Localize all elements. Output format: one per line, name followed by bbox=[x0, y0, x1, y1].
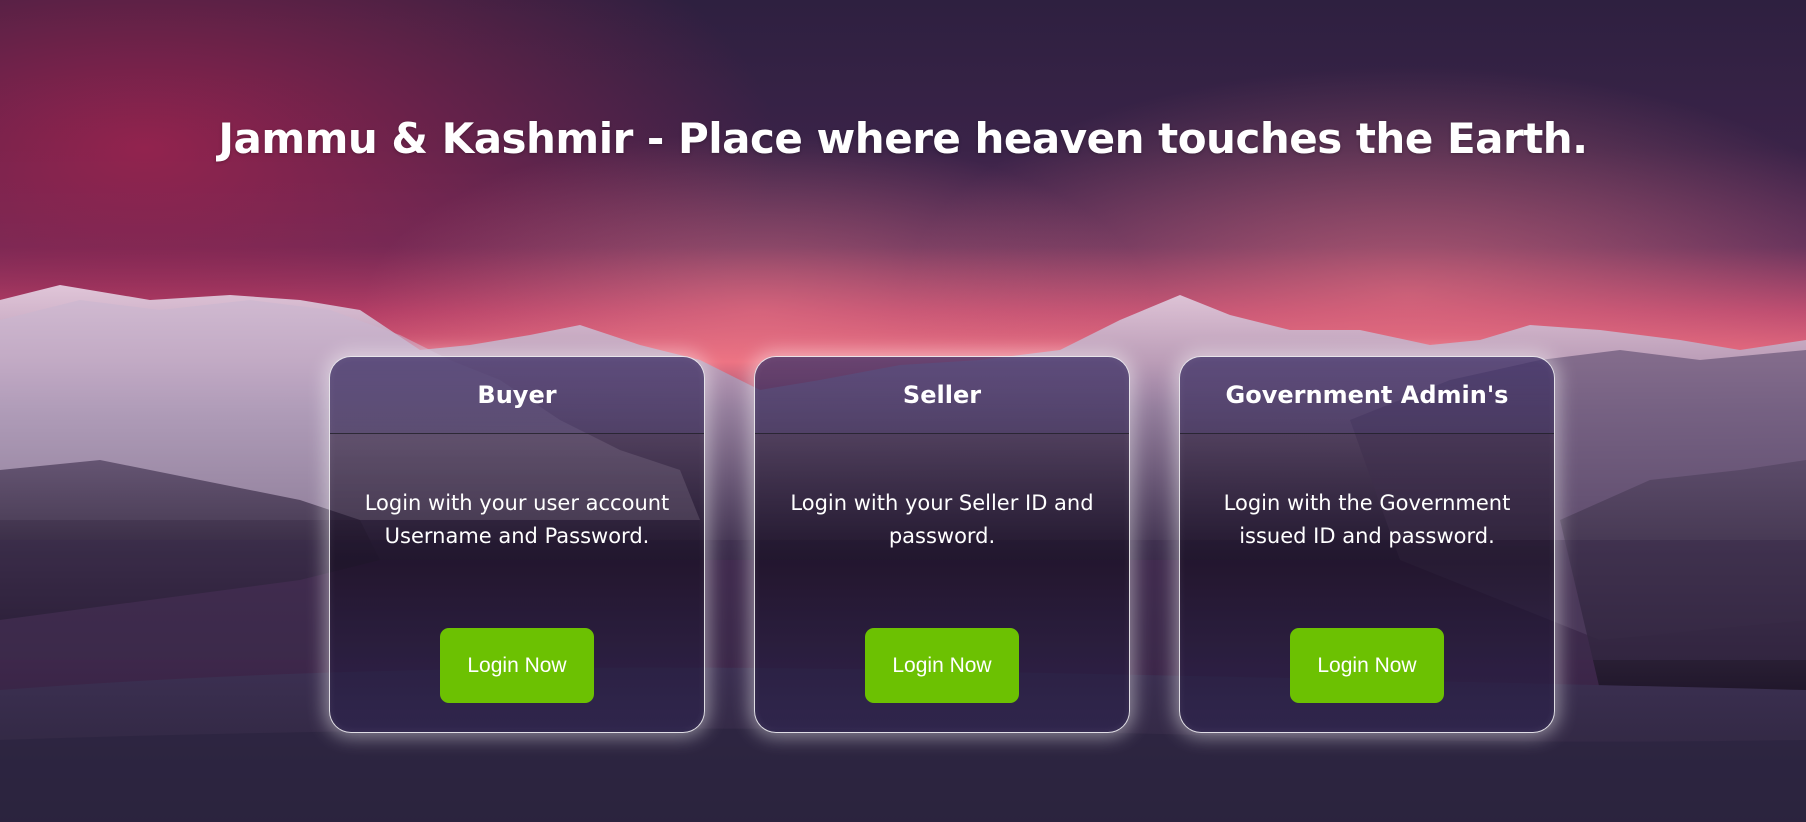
page-headline: Jammu & Kashmir - Place where heaven tou… bbox=[218, 114, 1588, 163]
seller-card: Seller Login with your Seller ID and pas… bbox=[754, 356, 1130, 733]
seller-login-button[interactable]: Login Now bbox=[865, 628, 1019, 703]
buyer-login-button[interactable]: Login Now bbox=[440, 628, 594, 703]
card-header: Seller bbox=[755, 357, 1129, 434]
card-header: Government Admin's bbox=[1180, 357, 1554, 434]
card-description: Login with the Government issued ID and … bbox=[1223, 491, 1511, 548]
government-admin-card: Government Admin's Login with the Govern… bbox=[1179, 356, 1555, 733]
buyer-card: Buyer Login with your user account Usern… bbox=[329, 356, 705, 733]
card-description: Login with your user account Username an… bbox=[364, 491, 670, 548]
card-description: Login with your Seller ID and password. bbox=[790, 491, 1094, 548]
card-header: Buyer bbox=[330, 357, 704, 434]
card-title: Seller bbox=[902, 381, 982, 409]
login-options: Buyer Login with your user account Usern… bbox=[329, 356, 1555, 733]
government-admin-login-button[interactable]: Login Now bbox=[1290, 628, 1444, 703]
card-title: Government Admin's bbox=[1225, 381, 1509, 409]
card-title: Buyer bbox=[477, 381, 557, 409]
